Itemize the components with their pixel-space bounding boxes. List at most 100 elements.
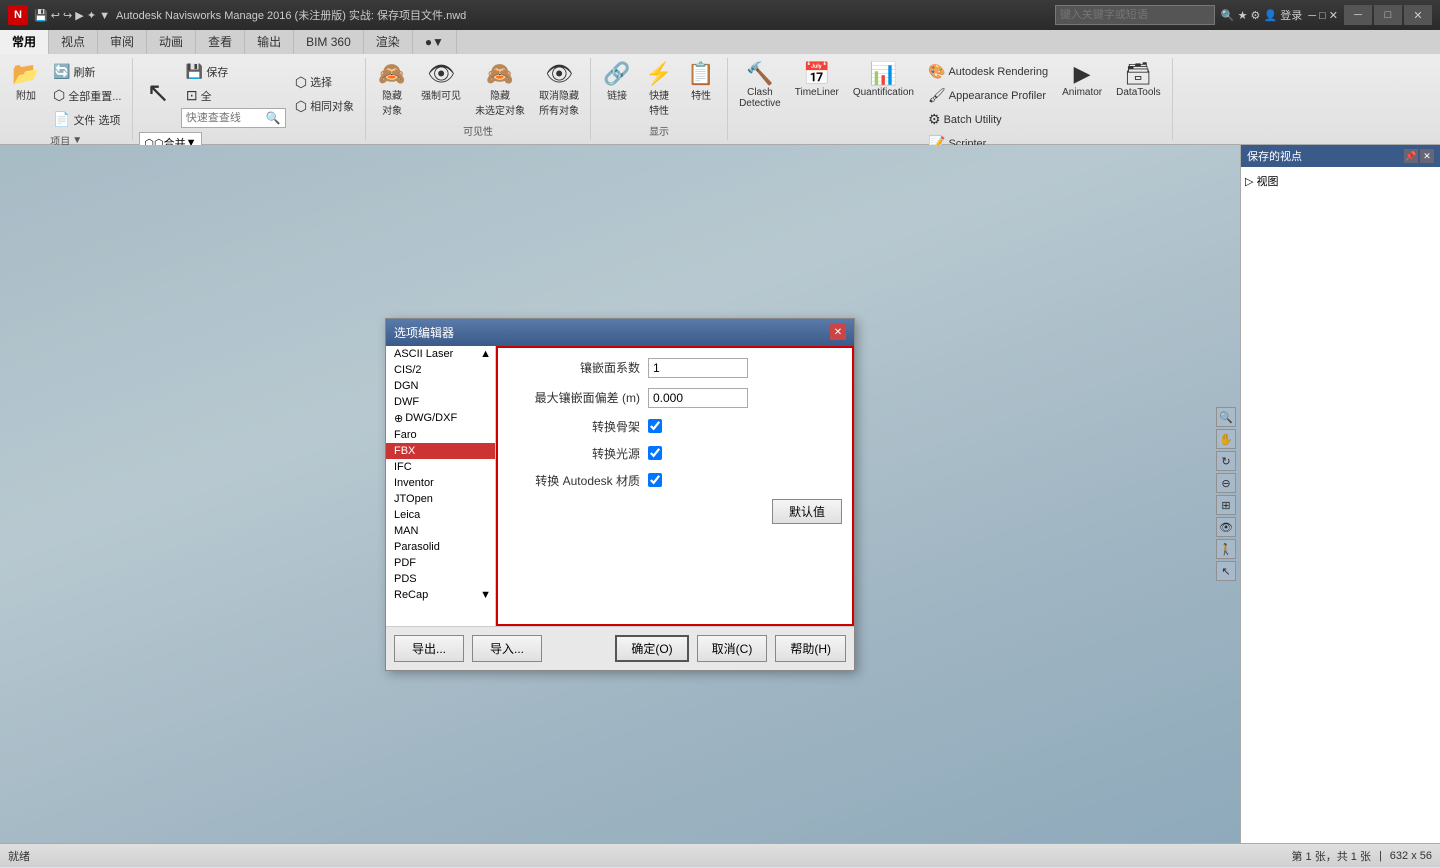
refresh-button[interactable]: 🔄 刷新 <box>48 60 126 83</box>
autodesk-rendering-icon: 🎨 <box>928 63 945 80</box>
quick-props-button[interactable]: ⚡ 快捷特性 <box>639 60 679 120</box>
hide-button[interactable]: 🙈 隐藏对象 <box>372 60 412 120</box>
clash-detective-button[interactable]: 🔨 ClashDetective <box>734 60 786 112</box>
import-button[interactable]: 导入... <box>472 635 542 662</box>
reset-all-button[interactable]: ⬡ 全部重置... <box>48 84 126 107</box>
titlebar: N 💾 ↩ ↪ ▶ ✦ ▼ Autodesk Navisworks Manage… <box>0 0 1440 30</box>
tree-item-dwf[interactable]: DWF <box>386 394 495 410</box>
save-selection-button[interactable]: 💾 保存 <box>181 60 286 83</box>
page-info: 第 1 张，共 1 张 <box>1291 848 1370 864</box>
right-panel-title: 保存的视点 <box>1247 148 1302 164</box>
dialog-footer: 导出... 导入... 确定(O) 取消(C) 帮助(H) <box>386 626 854 670</box>
select-stack: 💾 保存 ⊡ 全 🔍 <box>181 60 286 128</box>
tree-item-view[interactable]: ▷ 视图 <box>1245 171 1436 191</box>
max-deviation-input[interactable] <box>648 388 748 408</box>
quick-access-toolbar: 💾 ↩ ↪ ▶ ✦ ▼ <box>34 9 110 22</box>
right-panel-header: 保存的视点 📌 ✕ <box>1241 145 1440 167</box>
ribbon: 常用 视点 审阅 动画 查看 输出 BIM 360 渲染 ●▼ 📂 附加 🔄 刷… <box>0 30 1440 145</box>
export-button[interactable]: 导出... <box>394 635 464 662</box>
timeliner-icon: 📅 <box>803 63 830 85</box>
help-icon: ─ □ ✕ <box>1308 9 1338 22</box>
convert-skeleton-checkbox[interactable] <box>648 419 662 433</box>
titlebar-title: Autodesk Navisworks Manage 2016 (未注册版) 实… <box>116 7 466 23</box>
dialog-tree: ASCII Laser ▲ CIS/2 DGN DWF <box>386 346 496 626</box>
select-button[interactable]: ↖ <box>139 74 176 114</box>
save-icon: 💾 <box>186 63 203 80</box>
default-button[interactable]: 默认值 <box>772 499 842 524</box>
unhide-all-button[interactable]: 👁 取消隐藏所有对象 <box>534 60 584 120</box>
panel-pin-button[interactable]: 📌 <box>1404 149 1418 163</box>
viewport[interactable]: 选项编辑器 ✕ ASCII Laser ▲ CIS/2 <box>0 145 1240 843</box>
appearance-profiler-icon: 🖌 <box>928 87 946 104</box>
cancel-button[interactable]: 取消(C) <box>697 635 768 662</box>
animator-button[interactable]: ▶ Animator <box>1057 60 1107 101</box>
tree-item-man[interactable]: MAN <box>386 523 495 539</box>
link-button[interactable]: 🔗 链接 <box>597 60 637 105</box>
maximize-button[interactable]: □ <box>1374 5 1402 25</box>
app-logo: N <box>8 5 28 25</box>
clash-detective-icon: 🔨 <box>746 63 773 85</box>
tree-item-recap[interactable]: ReCap ▼ <box>386 587 495 603</box>
tree-item-ifc[interactable]: IFC <box>386 459 495 475</box>
titlebar-search[interactable] <box>1055 5 1215 25</box>
tree-item-cis2[interactable]: CIS/2 <box>386 362 495 378</box>
select-region-button[interactable]: ⬡ 相同对象 <box>290 95 359 118</box>
hide-unselected-button[interactable]: 🙈 隐藏未选定对象 <box>470 60 530 120</box>
tab-render[interactable]: 渲染 <box>364 30 413 54</box>
tree-item-fbx[interactable]: FBX <box>386 443 495 459</box>
tab-view[interactable]: 查看 <box>196 30 245 54</box>
titlebar-left: N 💾 ↩ ↪ ▶ ✦ ▼ Autodesk Navisworks Manage… <box>8 5 466 25</box>
max-deviation-row: 最大镶嵌面偏差 (m) <box>508 388 842 408</box>
quick-search-input[interactable] <box>186 112 266 124</box>
properties-button[interactable]: 📋 特性 <box>681 60 721 105</box>
select-group-items: ↖ 💾 保存 ⊡ 全 <box>139 60 359 154</box>
select-same-button[interactable]: ⬡ 选择 <box>290 71 359 94</box>
ribbon-content: 📂 附加 🔄 刷新 ⬡ 全部重置... 📄 文件 选项 <box>0 54 1440 144</box>
appearance-profiler-button[interactable]: 🖌 Appearance Profiler <box>923 84 1053 107</box>
panel-close-button[interactable]: ✕ <box>1420 149 1434 163</box>
tab-animation[interactable]: 动画 <box>147 30 196 54</box>
tree-item-pds[interactable]: PDS <box>386 571 495 587</box>
force-visible-button[interactable]: 👁 强制可见 <box>416 60 466 105</box>
tree-item-dgn[interactable]: DGN <box>386 378 495 394</box>
embed-faces-input[interactable] <box>648 358 748 378</box>
tree-item-inventor[interactable]: Inventor <box>386 475 495 491</box>
quantification-icon: 📊 <box>870 63 897 85</box>
select-same-icon: ⬡ <box>295 74 307 91</box>
display-group-label: 显示 <box>649 123 669 138</box>
tree-item-jtopen[interactable]: JTOpen <box>386 491 495 507</box>
tab-output[interactable]: 输出 <box>245 30 294 54</box>
right-panel-tree: ▷ 视图 <box>1241 167 1440 843</box>
help-button[interactable]: 帮助(H) <box>775 635 846 662</box>
tree-item-pdf[interactable]: PDF <box>386 555 495 571</box>
project-group-items: 📂 附加 🔄 刷新 ⬡ 全部重置... 📄 文件 选项 <box>6 60 126 131</box>
tree-item-parasolid[interactable]: Parasolid <box>386 539 495 555</box>
autodesk-rendering-button[interactable]: 🎨 Autodesk Rendering <box>923 60 1053 83</box>
datatools-button[interactable]: 🗃 DataTools <box>1111 60 1165 101</box>
tree-item-leica[interactable]: Leica <box>386 507 495 523</box>
quick-search-box[interactable]: 🔍 <box>181 108 286 128</box>
timeliner-button[interactable]: 📅 TimeLiner <box>790 60 844 101</box>
convert-material-checkbox[interactable] <box>648 473 662 487</box>
tab-common[interactable]: 常用 <box>0 30 49 54</box>
tree-item-dwg-dxf[interactable]: ⊕ DWG/DXF <box>386 410 495 427</box>
minimize-button[interactable]: ─ <box>1344 5 1372 25</box>
tab-bim360[interactable]: BIM 360 <box>294 30 364 54</box>
tree-item-faro[interactable]: Faro <box>386 427 495 443</box>
quantification-button[interactable]: 📊 Quantification <box>848 60 919 101</box>
batch-utility-button[interactable]: ⚙ Batch Utility <box>923 108 1053 131</box>
properties-icon: 📋 <box>687 63 714 85</box>
close-button[interactable]: ✕ <box>1404 5 1432 25</box>
dialog-close-button[interactable]: ✕ <box>830 324 846 340</box>
convert-lights-checkbox[interactable] <box>648 446 662 460</box>
file-options-button[interactable]: 📄 文件 选项 <box>48 108 126 131</box>
tab-viewpoint[interactable]: 视点 <box>49 30 98 54</box>
tab-more[interactable]: ●▼ <box>413 30 457 54</box>
tree-item-ascii-laser[interactable]: ASCII Laser ▲ <box>386 346 495 362</box>
add-button[interactable]: 📂 附加 <box>6 60 46 105</box>
ok-button[interactable]: 确定(O) <box>615 635 688 662</box>
main-area: 选项编辑器 ✕ ASCII Laser ▲ CIS/2 <box>0 145 1440 843</box>
tab-review[interactable]: 审阅 <box>98 30 147 54</box>
all-button[interactable]: ⊡ 全 <box>181 84 286 107</box>
ribbon-group-display: 🔗 链接 ⚡ 快捷特性 📋 特性 显示 <box>591 58 728 140</box>
